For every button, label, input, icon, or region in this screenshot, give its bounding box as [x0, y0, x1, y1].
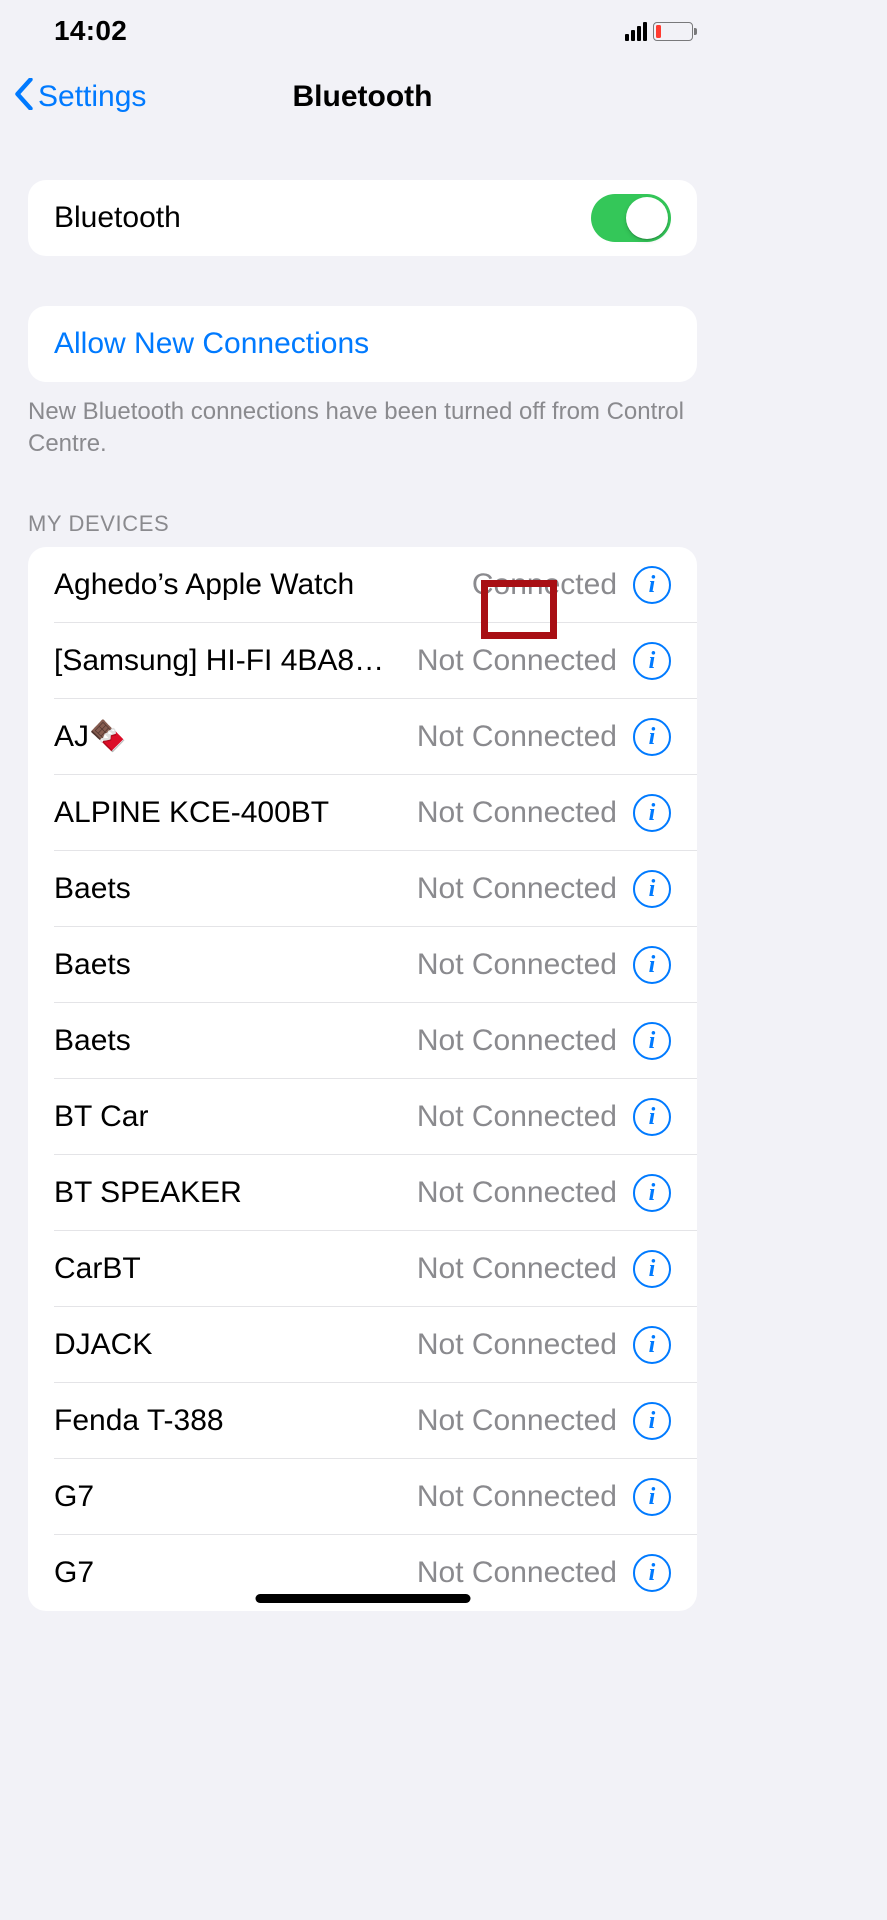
device-name: BT Car [54, 1100, 417, 1134]
device-info-icon[interactable]: i [633, 566, 671, 604]
cellular-signal-icon [625, 21, 648, 41]
device-status: Not Connected [417, 1176, 617, 1210]
screen: 14:02 Settings Bluetooth Bluetooth [0, 0, 725, 1611]
status-bar: 14:02 [0, 0, 725, 62]
device-name: Baets [54, 872, 417, 906]
device-status: Not Connected [417, 1404, 617, 1438]
content: Bluetooth Allow New Connections [0, 180, 725, 382]
device-row[interactable]: G7Not Connected i [28, 1459, 697, 1535]
device-status: Connected [472, 568, 617, 602]
allow-new-group: Allow New Connections [28, 306, 697, 382]
device-info-icon[interactable]: i [633, 946, 671, 984]
device-status: Not Connected [417, 1556, 617, 1590]
status-time: 14:02 [54, 15, 127, 47]
chevron-left-icon [14, 78, 34, 116]
bluetooth-toggle-label: Bluetooth [54, 201, 591, 235]
device-name: CarBT [54, 1252, 417, 1286]
device-status: Not Connected [417, 872, 617, 906]
device-row[interactable]: [Samsung] HI-FI 4BA8…Not Connected i [28, 623, 697, 699]
device-status: Not Connected [417, 1480, 617, 1514]
home-indicator [255, 1594, 470, 1603]
device-info-icon[interactable]: i [633, 870, 671, 908]
device-row[interactable]: DJACKNot Connected i [28, 1307, 697, 1383]
device-row[interactable]: BaetsNot Connected i [28, 1003, 697, 1079]
battery-icon [653, 22, 693, 41]
device-info-icon[interactable]: i [633, 1250, 671, 1288]
my-devices-header: MY DEVICES [0, 461, 725, 547]
device-row[interactable]: BaetsNot Connected i [28, 927, 697, 1003]
device-status: Not Connected [417, 720, 617, 754]
device-name: G7 [54, 1556, 417, 1590]
device-row[interactable]: AJ🍫Not Connected i [28, 699, 697, 775]
device-info-icon[interactable]: i [633, 1022, 671, 1060]
device-name: G7 [54, 1480, 417, 1514]
device-info-icon[interactable]: i [633, 1326, 671, 1364]
bluetooth-toggle-group: Bluetooth [28, 180, 697, 256]
allow-new-label: Allow New Connections [54, 327, 671, 361]
device-name: AJ🍫 [54, 719, 417, 754]
device-info-icon[interactable]: i [633, 1174, 671, 1212]
device-info-icon[interactable]: i [633, 1402, 671, 1440]
device-info-icon[interactable]: i [633, 1554, 671, 1592]
nav-bar: Settings Bluetooth [0, 68, 725, 126]
device-status: Not Connected [417, 796, 617, 830]
device-info-icon[interactable]: i [633, 1478, 671, 1516]
device-status: Not Connected [417, 1252, 617, 1286]
device-list: Aghedo’s Apple WatchConnectedi[Samsung] … [28, 547, 697, 1611]
device-row[interactable]: CarBTNot Connected i [28, 1231, 697, 1307]
back-label: Settings [38, 80, 146, 114]
device-list-wrapper: Aghedo’s Apple WatchConnectedi[Samsung] … [0, 547, 725, 1611]
device-row[interactable]: ALPINE KCE-400BTNot Connected i [28, 775, 697, 851]
device-status: Not Connected [417, 644, 617, 678]
device-info-icon[interactable]: i [633, 642, 671, 680]
device-status: Not Connected [417, 948, 617, 982]
device-row[interactable]: Fenda T-388Not Connected i [28, 1383, 697, 1459]
device-name: Baets [54, 1024, 417, 1058]
back-button[interactable]: Settings [0, 78, 146, 116]
device-name: [Samsung] HI-FI 4BA8… [54, 644, 417, 678]
device-info-icon[interactable]: i [633, 1098, 671, 1136]
device-row[interactable]: BT SPEAKERNot Connected i [28, 1155, 697, 1231]
device-info-icon[interactable]: i [633, 794, 671, 832]
device-name: Baets [54, 948, 417, 982]
status-icons [625, 21, 694, 41]
device-name: Aghedo’s Apple Watch [54, 568, 472, 602]
device-status: Not Connected [417, 1328, 617, 1362]
device-info-icon[interactable]: i [633, 718, 671, 756]
device-row[interactable]: Aghedo’s Apple WatchConnected i [28, 547, 697, 623]
allow-new-connections-button[interactable]: Allow New Connections [28, 306, 697, 382]
bluetooth-toggle-row: Bluetooth [28, 180, 697, 256]
device-row[interactable]: BaetsNot Connected i [28, 851, 697, 927]
device-name: BT SPEAKER [54, 1176, 417, 1210]
device-status: Not Connected [417, 1100, 617, 1134]
device-name: DJACK [54, 1328, 417, 1362]
device-status: Not Connected [417, 1024, 617, 1058]
allow-new-note: New Bluetooth connections have been turn… [0, 382, 725, 461]
bluetooth-toggle[interactable] [591, 194, 671, 242]
device-name: ALPINE KCE-400BT [54, 796, 417, 830]
device-name: Fenda T-388 [54, 1404, 417, 1438]
device-row[interactable]: BT CarNot Connected i [28, 1079, 697, 1155]
